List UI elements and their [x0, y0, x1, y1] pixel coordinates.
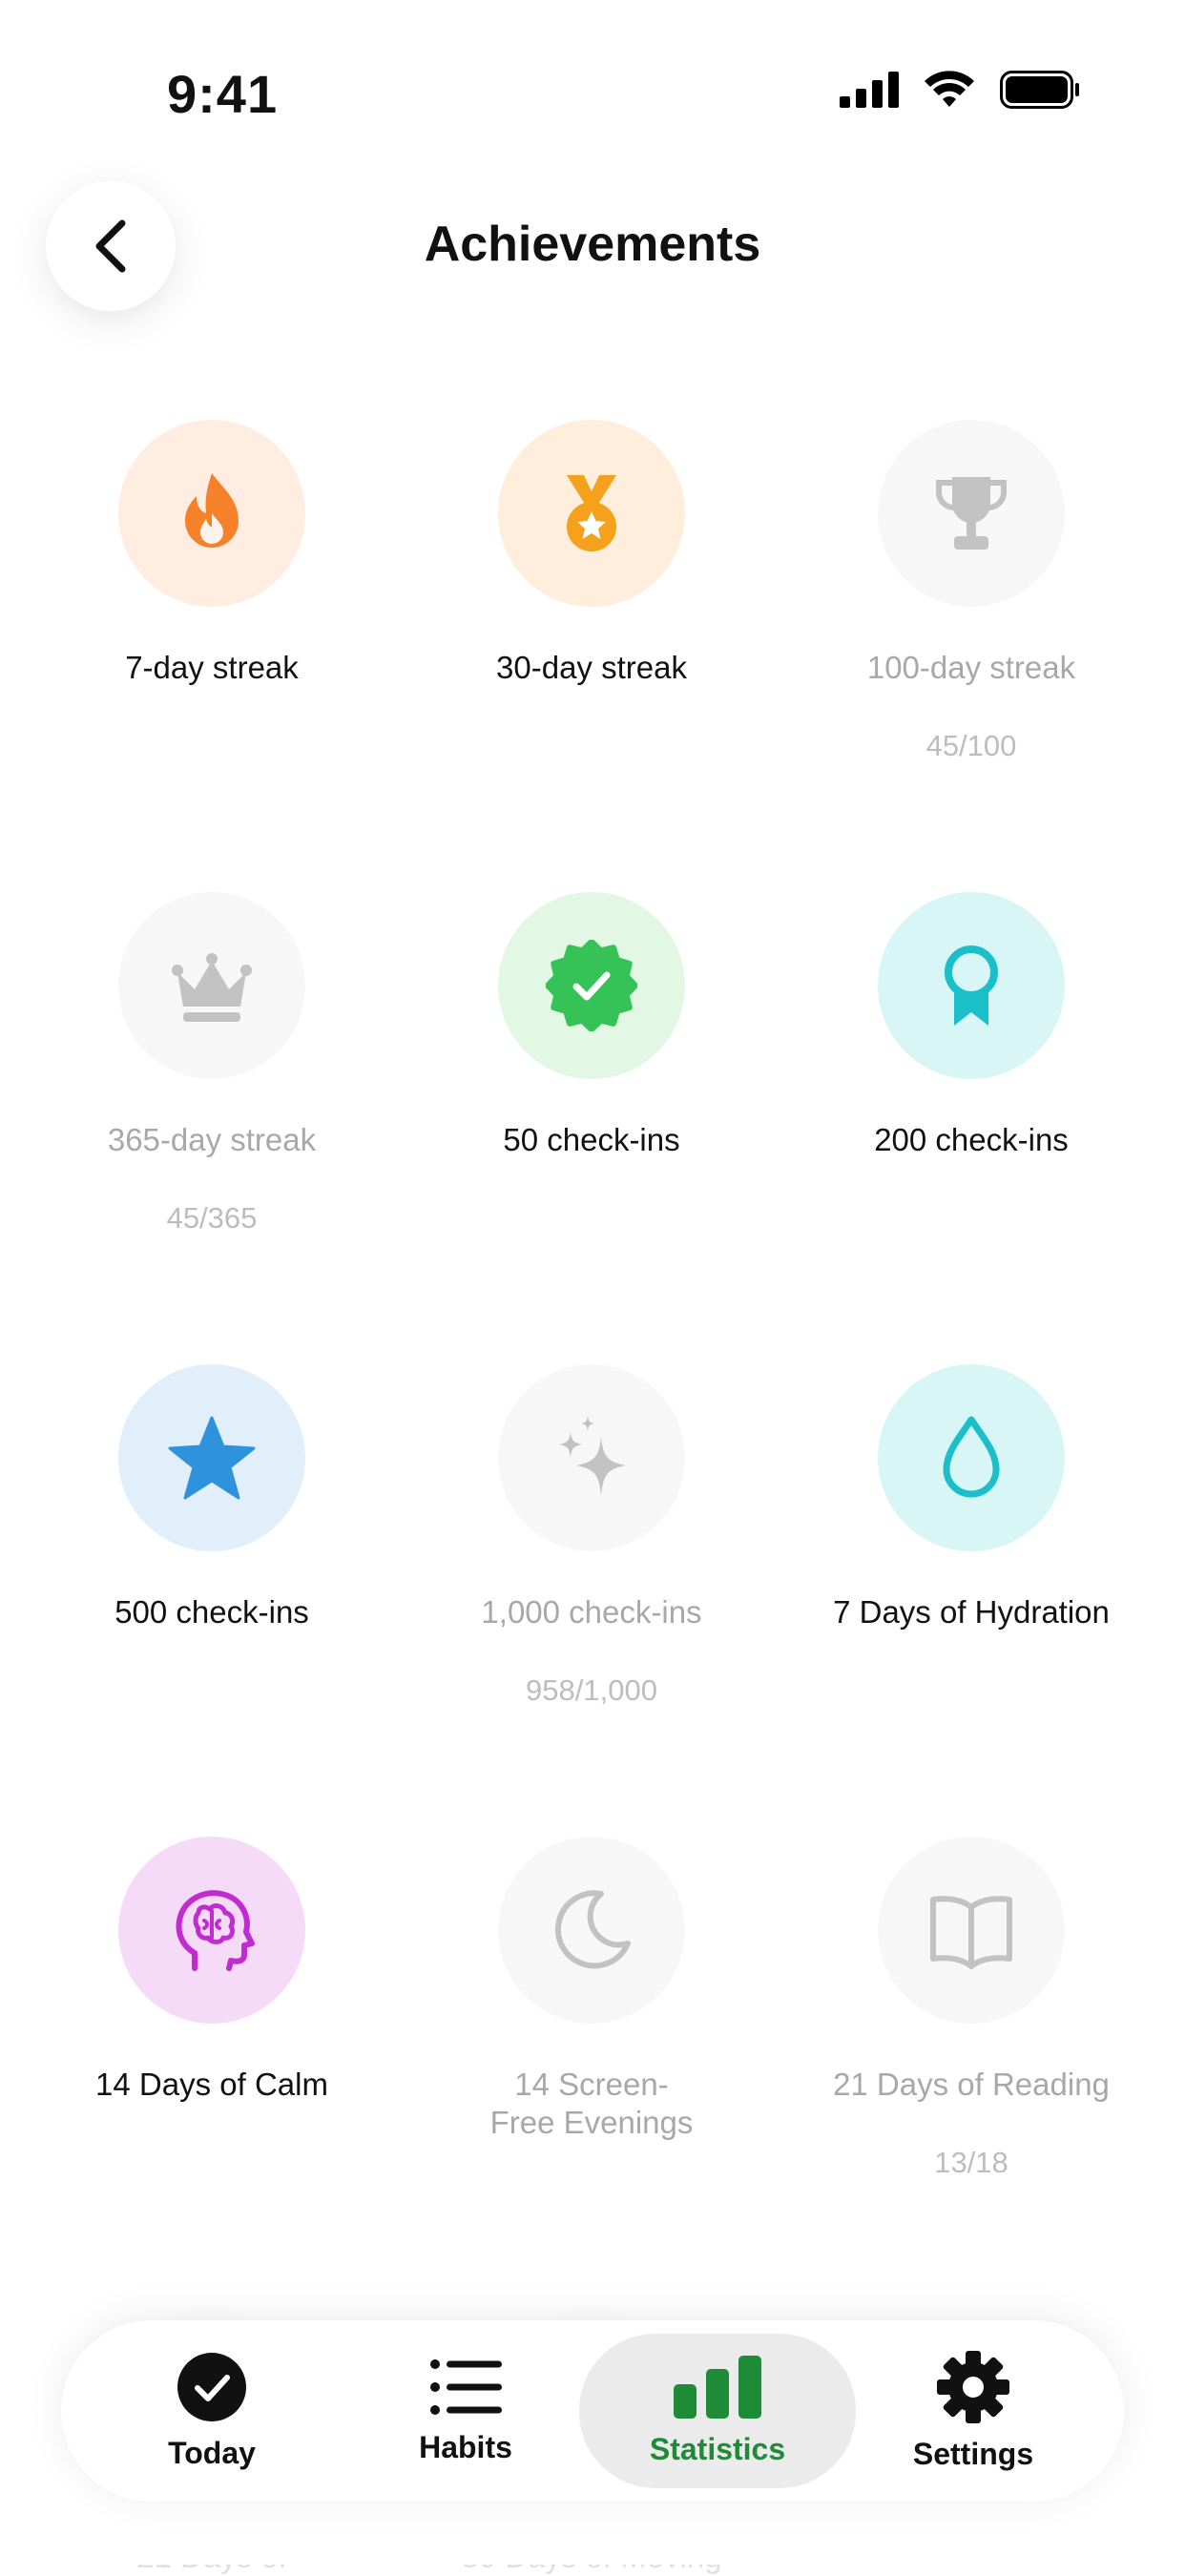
achievement-item[interactable]: 365-day streak 45/365 [21, 892, 403, 1236]
achievement-badge [878, 420, 1065, 607]
achievement-badge [878, 1837, 1065, 2024]
achievement-name: 1,000 check-ins [481, 1594, 702, 1630]
page-title: Achievements [424, 217, 761, 272]
tab-bar: Today Habits Statistics Settings [61, 2320, 1124, 2502]
achievement-item[interactable]: 21 Days of Reading 13/18 [780, 1837, 1162, 2180]
gear-icon [937, 2350, 1009, 2423]
achievement-name: 200 check-ins [874, 1122, 1069, 1157]
achievement-item[interactable]: 14 Days of Calm [21, 1837, 403, 2104]
achievement-name: 7-day streak [125, 650, 299, 685]
achievement-badge [498, 1364, 685, 1551]
achievement-name: 21 Days of Reading [833, 2067, 1110, 2102]
achievement-name: 14 Screen- Free Evenings [489, 2067, 694, 2140]
achievement-badge [878, 892, 1065, 1079]
award-ribbon-icon [925, 940, 1017, 1031]
tab-label-settings: Settings [912, 2436, 1034, 2471]
bar-chart-icon [674, 2355, 761, 2419]
achievement-badge [498, 1837, 685, 2024]
flame-icon [166, 467, 258, 559]
crown-icon [166, 940, 258, 1031]
tab-label-statistics: Statistics [649, 2431, 786, 2466]
achievement-progress: 13/18 [934, 2146, 1008, 2179]
achievement-progress: 958/1,000 [526, 1673, 657, 1707]
achievement-progress: 45/365 [166, 1201, 258, 1235]
achievement-name: 7 Days of Hydration [833, 1594, 1110, 1630]
achievement-badge [118, 1364, 305, 1551]
book-icon [925, 1884, 1017, 1976]
brain-head-icon [166, 1884, 258, 1976]
achievement-item[interactable]: 7-day streak [21, 420, 403, 687]
achievement-item[interactable]: 500 check-ins [21, 1364, 403, 1631]
tab-label-habits: Habits [419, 2429, 512, 2464]
achievement-item[interactable]: 14 Screen- Free Evenings [401, 1837, 782, 2142]
star-icon [166, 1412, 258, 1504]
achievement-item[interactable]: 1,000 check-ins 958/1,000 [401, 1364, 782, 1708]
verified-badge-icon [546, 940, 637, 1031]
achievement-badge [498, 892, 685, 1079]
achievement-badge [498, 420, 685, 607]
achievement-name: 500 check-ins [114, 1594, 309, 1630]
cellular-signal-icon [840, 72, 899, 108]
list-icon [430, 2358, 502, 2415]
trophy-icon [925, 467, 1017, 559]
achievement-badge [118, 892, 305, 1079]
achievement-badge [118, 420, 305, 607]
moon-icon [546, 1884, 637, 1976]
achievement-item[interactable]: 100-day streak 45/100 [780, 420, 1162, 763]
tab-statistics[interactable]: Statistics [579, 2334, 856, 2488]
achievement-name: 30-day streak [496, 650, 687, 685]
status-bar: 9:41 [0, 0, 1185, 191]
achievement-name: 50 check-ins [503, 1122, 680, 1157]
status-time: 9:41 [167, 64, 279, 124]
water-drop-icon [925, 1412, 1017, 1504]
achievement-name: 100-day streak [866, 650, 1076, 685]
achievement-item[interactable]: 200 check-ins [780, 892, 1162, 1159]
tab-settings[interactable]: Settings [849, 2320, 1097, 2502]
wifi-icon [925, 71, 974, 107]
tab-today[interactable]: Today [88, 2320, 336, 2502]
status-icons [840, 71, 1080, 109]
medal-icon [546, 467, 637, 559]
achievement-item[interactable]: 7 Days of Hydration [780, 1364, 1162, 1631]
check-circle-icon [177, 2352, 246, 2421]
achievement-item[interactable]: 50 check-ins [401, 892, 782, 1159]
achievement-badge [118, 1837, 305, 2024]
achievement-name: 365-day streak [107, 1122, 317, 1157]
achievement-item[interactable]: 30-day streak [401, 420, 782, 687]
battery-icon [1000, 71, 1079, 109]
achievement-name: 14 Days of Calm [95, 2067, 328, 2102]
sparkles-icon [546, 1412, 637, 1504]
achievement-badge [878, 1364, 1065, 1551]
achievement-progress: 45/100 [925, 729, 1017, 762]
tab-habits[interactable]: Habits [342, 2320, 590, 2502]
tab-label-today: Today [168, 2435, 256, 2470]
